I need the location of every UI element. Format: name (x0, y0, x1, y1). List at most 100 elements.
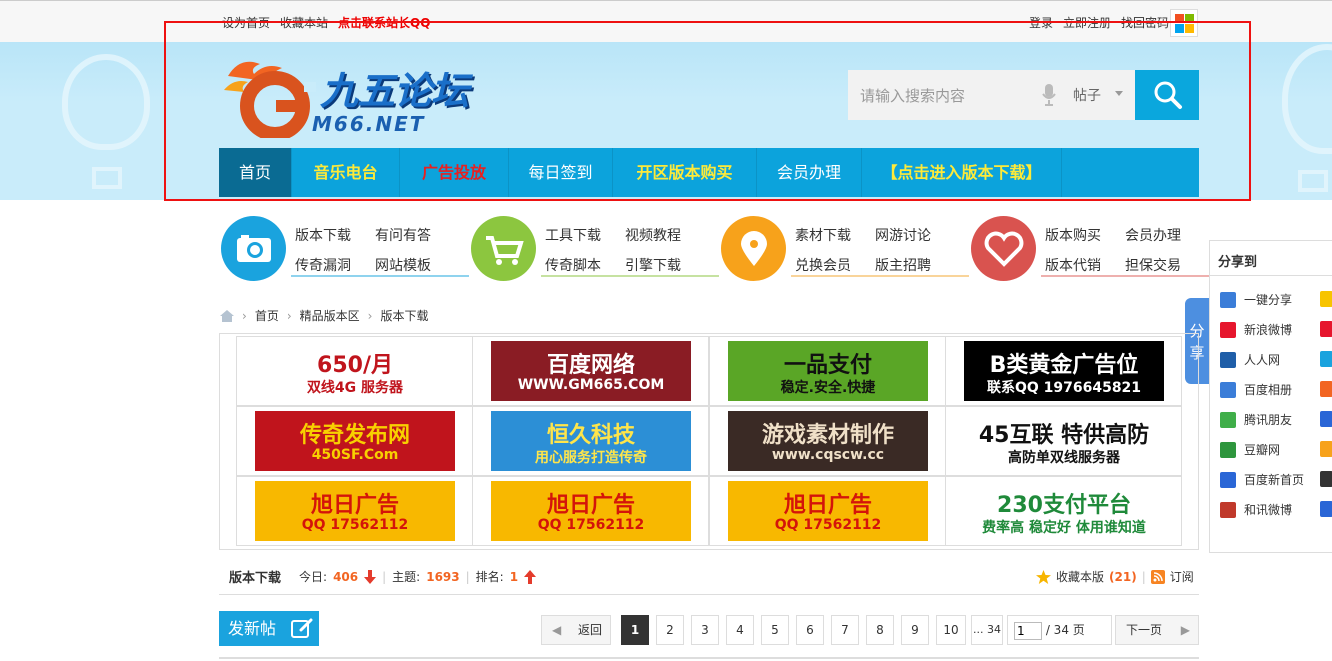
ad-banner[interactable]: 传奇发布网 450SF.Com (255, 411, 455, 471)
ad-cell: 旭日广告 QQ 17562112 (472, 476, 709, 546)
one-click-share-icon (1220, 291, 1236, 308)
quick-link-underline (291, 275, 469, 277)
nav-daily-checkin[interactable]: 每日签到 (509, 148, 613, 197)
ad-banner[interactable]: 百度网络 WWW.GM665.COM (491, 341, 691, 401)
quick-link[interactable]: 素材下载 (795, 221, 875, 251)
bookmark-link[interactable]: 收藏本站 (280, 14, 328, 31)
nav-music-radio[interactable]: 音乐电台 (292, 148, 400, 197)
share-more-icon[interactable] (1320, 501, 1332, 517)
site-logo[interactable]: 九五论坛 M66.NET (220, 56, 505, 138)
contact-admin-link[interactable]: 点击联系站长QQ (338, 14, 430, 31)
page-number-button[interactable]: 4 (726, 615, 754, 645)
nav-version-download[interactable]: 【点击进入版本下载】 (862, 148, 1062, 197)
new-post-button[interactable]: 发新帖 (219, 611, 319, 646)
share-item[interactable]: 人人网 (1220, 351, 1280, 368)
ad-cell: 恒久科技 用心服务打造传奇 (472, 406, 709, 476)
share-more-icon[interactable] (1320, 471, 1332, 487)
share-item[interactable]: 百度相册 (1220, 381, 1292, 398)
balloon-decoration (62, 54, 150, 150)
page-number-button[interactable]: 6 (796, 615, 824, 645)
share-more-icon[interactable] (1320, 411, 1332, 427)
location-icon[interactable] (721, 216, 786, 281)
search-scope-select[interactable]: 帖子 (1073, 85, 1101, 105)
ad-banner[interactable]: 一品支付 稳定.安全.快捷 (728, 341, 928, 401)
ad-banner[interactable]: 650/月 双线4G 服务器 (255, 341, 455, 401)
quick-link[interactable]: 有问有答 (375, 221, 455, 251)
quick-links: 素材下载 网游讨论 兑换会员 版主招聘 (795, 221, 969, 281)
share-item-label: 和讯微博 (1244, 503, 1293, 517)
favorite-forum-link[interactable]: 收藏本版 (1056, 568, 1104, 585)
search-button[interactable] (1135, 70, 1199, 120)
microphone-icon[interactable] (1042, 84, 1056, 106)
ad-banner[interactable]: 恒久科技 用心服务打造传奇 (491, 411, 691, 471)
subscribe-link[interactable]: 订阅 (1170, 568, 1194, 585)
nav-membership[interactable]: 会员办理 (757, 148, 862, 197)
quick-links: 版本购买 会员办理 版本代销 担保交易 (1045, 221, 1219, 281)
share-item[interactable]: 百度新首页 (1220, 471, 1304, 488)
share-more-icon[interactable] (1320, 291, 1332, 307)
ad-subline: 高防单双线服务器 (1008, 450, 1120, 466)
quick-link[interactable]: 网游讨论 (875, 221, 955, 251)
breadcrumb-item[interactable]: 版本下载 (380, 307, 428, 324)
set-homepage-link[interactable]: 设为首页 (222, 14, 270, 31)
share-item[interactable]: 新浪微博 (1220, 321, 1292, 338)
page-number-button[interactable]: 5 (761, 615, 789, 645)
share-item-label: 一键分享 (1244, 293, 1293, 307)
cart-icon[interactable] (471, 216, 536, 281)
nav-home[interactable]: 首页 (219, 148, 292, 197)
ad-banner[interactable]: B类黄金广告位 联系QQ 1976645821 (964, 341, 1164, 401)
nav-advertise[interactable]: 广告投放 (400, 148, 509, 197)
page-number-button[interactable]: 9 (901, 615, 929, 645)
back-label: 返回 (577, 623, 602, 637)
page-jump-input[interactable] (1014, 621, 1042, 640)
ad-banner[interactable]: 旭日广告 QQ 17562112 (728, 481, 928, 541)
windows-logo-icon[interactable] (1170, 9, 1198, 37)
ad-headline: B类黄金广告位 (989, 353, 1139, 378)
home-icon[interactable] (220, 309, 234, 322)
ad-banner[interactable]: 旭日广告 QQ 17562112 (255, 481, 455, 541)
share-more-icon[interactable] (1320, 351, 1332, 367)
share-item[interactable]: 和讯微博 (1220, 501, 1292, 518)
quick-link[interactable]: 工具下载 (545, 221, 625, 251)
login-link[interactable]: 登录 (1029, 14, 1053, 31)
breadcrumb-item[interactable]: 首页 (255, 307, 279, 324)
forgot-password-link[interactable]: 找回密码 (1121, 14, 1169, 31)
ad-banner[interactable]: 230支付平台 费率高 稳定好 体用谁知道 (964, 481, 1164, 541)
share-item[interactable]: 腾讯朋友 (1220, 411, 1292, 428)
ad-cell: 旭日广告 QQ 17562112 (709, 476, 946, 546)
quick-link[interactable]: 会员办理 (1125, 221, 1205, 251)
page-number-button[interactable]: 2 (656, 615, 684, 645)
search-input[interactable]: 请输入搜索内容 帖子 (848, 70, 1135, 120)
page-number-button[interactable]: 3 (691, 615, 719, 645)
register-link[interactable]: 立即注册 (1063, 14, 1111, 31)
quick-link[interactable]: 版本购买 (1045, 221, 1125, 251)
ad-headline: 650/月 (317, 353, 393, 378)
ad-banner[interactable]: 45互联 特供高防 高防单双线服务器 (964, 411, 1164, 471)
ad-cell: 百度网络 WWW.GM665.COM (472, 336, 709, 406)
balloon-basket-decoration (1298, 170, 1328, 192)
quick-link[interactable]: 版本下载 (295, 221, 375, 251)
share-more-icon[interactable] (1320, 321, 1332, 337)
nav-buy-version[interactable]: 开区版本购买 (613, 148, 757, 197)
page-number-button[interactable]: 1 (621, 615, 649, 645)
heart-icon[interactable] (971, 216, 1036, 281)
quick-link[interactable]: 视频教程 (625, 221, 705, 251)
breadcrumb-item[interactable]: 精品版本区 (300, 307, 360, 324)
share-item[interactable]: 豆瓣网 (1220, 441, 1280, 458)
next-page-button[interactable]: 下一页 ▶ (1115, 615, 1199, 645)
page-number-button[interactable]: 7 (831, 615, 859, 645)
share-more-icon[interactable] (1320, 441, 1332, 457)
ad-banner[interactable]: 旭日广告 QQ 17562112 (491, 481, 691, 541)
share-more-icon[interactable] (1320, 381, 1332, 397)
share-item[interactable]: 一键分享 (1220, 291, 1292, 308)
back-button[interactable]: ◀ 返回 (541, 615, 611, 645)
last-page-button[interactable]: ... 34 (971, 615, 1003, 645)
page-number-button[interactable]: 10 (936, 615, 966, 645)
chevron-down-icon[interactable] (1115, 91, 1123, 96)
ad-headline: 百度网络 (546, 353, 635, 378)
camera-icon[interactable] (221, 216, 286, 281)
ad-banner[interactable]: 游戏素材制作 www.cqscw.cc (728, 411, 928, 471)
page-number-button[interactable]: 8 (866, 615, 894, 645)
search-bar: 请输入搜索内容 帖子 (848, 70, 1199, 120)
new-post-label: 发新帖 (228, 619, 277, 638)
